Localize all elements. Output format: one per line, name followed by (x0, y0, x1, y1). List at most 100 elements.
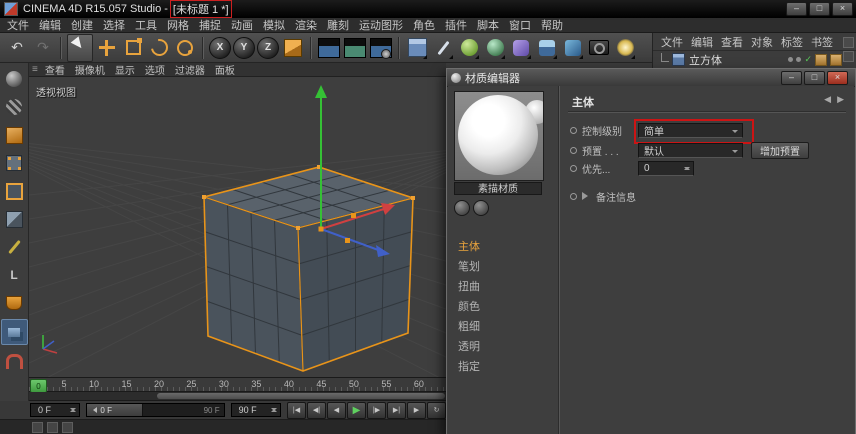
menu-item-14[interactable]: 脚本 (472, 17, 504, 33)
nav-back-button[interactable]: ◀ (824, 94, 831, 105)
material-preview[interactable] (454, 91, 544, 181)
lock-x-button[interactable]: X (209, 37, 231, 59)
viewport-canvas[interactable] (29, 77, 446, 377)
prev-key-button[interactable]: ◀| (307, 402, 326, 419)
go-end-button[interactable]: ▶ (407, 402, 426, 419)
undo-button[interactable]: ↶ (5, 35, 29, 61)
render-visibility-dot[interactable] (796, 57, 801, 62)
layout-dock-icon[interactable] (843, 37, 854, 48)
add-cube-button[interactable] (405, 35, 429, 61)
scale-tool-button[interactable] (121, 35, 145, 61)
menu-item-11[interactable]: 运动图形 (354, 17, 408, 33)
lock-z-button[interactable]: Z (257, 37, 279, 59)
make-editable-button[interactable] (2, 67, 27, 91)
maximize-button[interactable]: □ (809, 2, 830, 16)
preview-options-button[interactable] (473, 200, 489, 216)
texture-paint-button[interactable] (2, 291, 27, 315)
add-preset-button[interactable]: 增加预置 (751, 142, 809, 159)
om-menu-0[interactable]: 文件 (657, 34, 687, 50)
viewport-menu-0[interactable]: 查看 (40, 62, 70, 77)
menu-item-6[interactable]: 捕捉 (194, 17, 226, 33)
menu-item-0[interactable]: 文件 (2, 17, 34, 33)
viewport-menu-2[interactable]: 显示 (110, 62, 140, 77)
add-instance-button[interactable] (483, 35, 507, 61)
point-mode-button[interactable] (2, 151, 27, 175)
last-tool-button[interactable] (173, 35, 197, 61)
loop-button[interactable]: ↻ (427, 402, 446, 419)
viewport-menu-1[interactable]: 摄像机 (70, 62, 110, 77)
me-minimize-button[interactable]: – (781, 71, 802, 85)
editor-visibility-dot[interactable] (788, 57, 793, 62)
menu-item-12[interactable]: 角色 (408, 17, 440, 33)
viewport-menu-5[interactable]: 面板 (210, 62, 240, 77)
menu-item-4[interactable]: 工具 (130, 17, 162, 33)
timeline-ruler[interactable]: 051015202530354045505560 0 (29, 377, 446, 392)
menu-item-5[interactable]: 网格 (162, 17, 194, 33)
timeline-scrollbar[interactable] (29, 392, 446, 401)
current-frame-spinner[interactable]: 0 F (30, 403, 80, 417)
texture-tag-icon[interactable] (815, 54, 827, 66)
phong-tag-icon[interactable] (830, 54, 842, 66)
axis-mode-button[interactable] (2, 235, 27, 259)
viewport[interactable]: ≡ 查看摄像机显示选项过滤器面板 透视视图 (29, 63, 446, 377)
material-tab-6[interactable]: 指定 (448, 356, 554, 376)
menu-item-2[interactable]: 创建 (66, 17, 98, 33)
close-button[interactable]: × (832, 2, 853, 16)
texture-axis-button[interactable] (1, 319, 28, 345)
add-mograph-button[interactable] (561, 35, 585, 61)
minimize-button[interactable]: – (786, 2, 807, 16)
om-menu-4[interactable]: 标签 (777, 34, 807, 50)
nav-forward-button[interactable]: ▶ (837, 94, 844, 105)
bottom-toolbar-icon[interactable] (47, 422, 58, 433)
edge-mode-button[interactable] (2, 179, 27, 203)
add-light-button[interactable] (613, 35, 637, 61)
preview-type-button[interactable] (454, 200, 470, 216)
material-tab-0[interactable]: 主体 (448, 236, 554, 256)
end-frame-spinner[interactable]: 90 F (231, 403, 281, 417)
select-tool-button[interactable] (67, 34, 93, 62)
menu-item-3[interactable]: 选择 (98, 17, 130, 33)
menu-item-15[interactable]: 窗口 (504, 17, 536, 33)
prev-frame-button[interactable]: ◀ (327, 402, 346, 419)
add-environment-button[interactable] (535, 35, 559, 61)
om-menu-3[interactable]: 对象 (747, 34, 777, 50)
me-maximize-button[interactable]: □ (804, 71, 825, 85)
next-frame-button[interactable]: |▶ (367, 402, 386, 419)
move-tool-button[interactable] (95, 35, 119, 61)
redo-button[interactable]: ↷ (31, 35, 55, 61)
om-menu-2[interactable]: 查看 (717, 34, 747, 50)
snap-settings-button[interactable] (2, 349, 27, 373)
viewport-menu-4[interactable]: 过滤器 (170, 62, 210, 77)
object-row[interactable]: 立方体 ✓ (653, 51, 856, 68)
range-slider-grip[interactable]: 0 F (87, 404, 143, 416)
model-mode-button[interactable] (2, 95, 27, 119)
render-view-button[interactable] (317, 35, 341, 61)
om-menu-1[interactable]: 编辑 (687, 34, 717, 50)
coord-system-button[interactable] (281, 35, 305, 61)
material-name-field[interactable]: 素描材质 (454, 182, 542, 195)
next-key-button[interactable]: ▶| (387, 402, 406, 419)
workplane-mode-button[interactable]: L (2, 263, 27, 287)
frame-range-slider[interactable]: 0 F 90 F (86, 403, 224, 417)
render-settings-button[interactable] (369, 35, 393, 61)
texture-mode-button[interactable] (2, 123, 27, 147)
layout-dock-icon[interactable] (843, 51, 854, 62)
menu-item-13[interactable]: 插件 (440, 17, 472, 33)
timeline-playhead[interactable]: 0 (30, 379, 47, 393)
play-button[interactable]: ▶ (347, 402, 366, 419)
material-tab-4[interactable]: 粗细 (448, 316, 554, 336)
add-subdivision-button[interactable] (457, 35, 481, 61)
material-editor-titlebar[interactable]: 材质编辑器 – □ × (447, 69, 855, 87)
timeline-scrollbar-thumb[interactable] (157, 393, 445, 399)
notes-expander-icon[interactable] (582, 192, 592, 200)
render-picture-viewer-button[interactable] (343, 35, 367, 61)
add-spline-button[interactable] (431, 35, 455, 61)
bottom-toolbar-icon[interactable] (32, 422, 43, 433)
priority-spinner[interactable]: 0 (638, 161, 694, 176)
add-camera-button[interactable] (587, 35, 611, 61)
viewport-menu-3[interactable]: 选项 (140, 62, 170, 77)
polygon-mode-button[interactable] (2, 207, 27, 231)
control-level-dropdown[interactable]: 简单 (638, 123, 743, 138)
view-label[interactable]: 透视视图 (36, 84, 76, 99)
menu-item-16[interactable]: 帮助 (536, 17, 568, 33)
